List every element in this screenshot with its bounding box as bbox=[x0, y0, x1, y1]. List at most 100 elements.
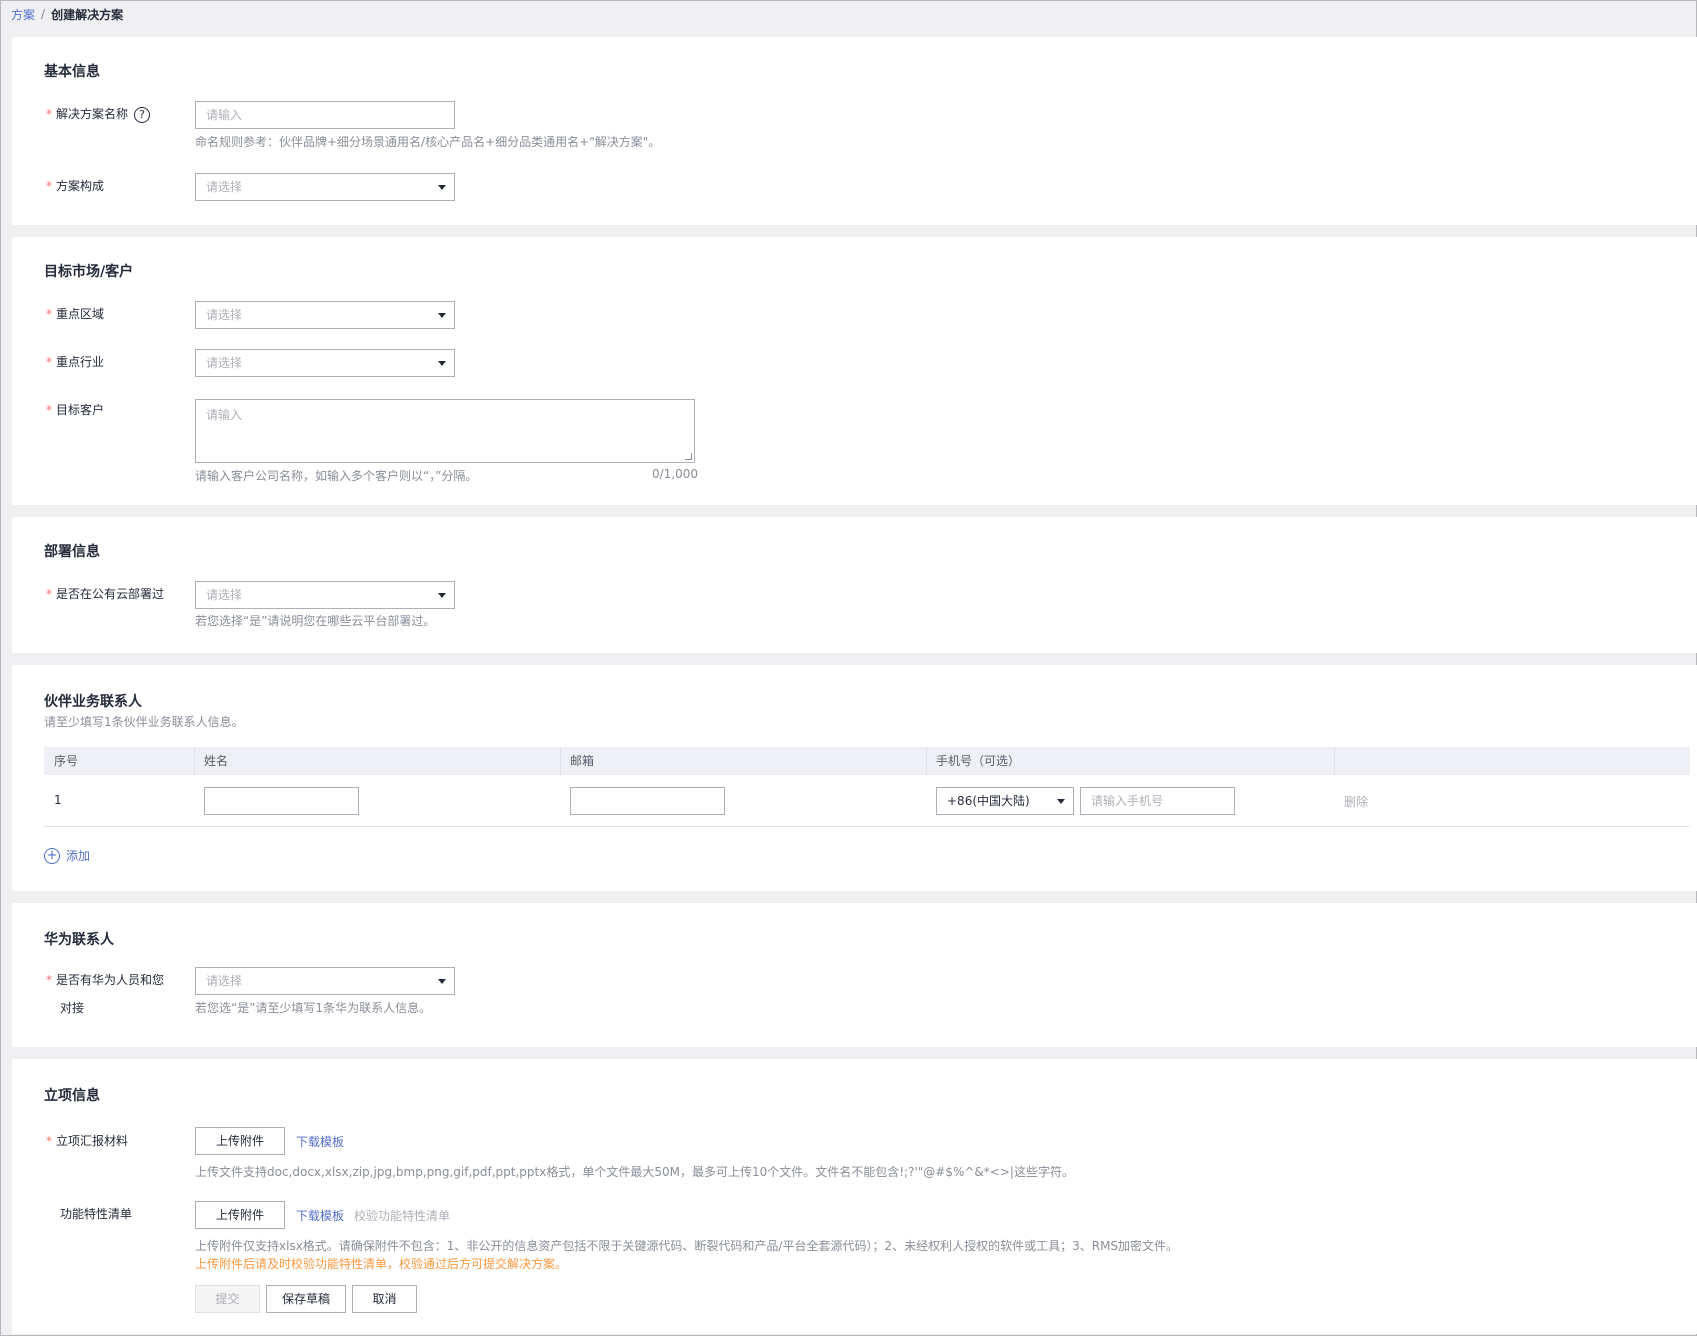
chevron-down-icon bbox=[438, 361, 446, 366]
contact-email-input[interactable] bbox=[570, 787, 725, 815]
country-code-value: +86(中国大陆) bbox=[947, 794, 1030, 808]
industry-select[interactable]: 请选择 bbox=[195, 349, 455, 377]
column-divider bbox=[1334, 747, 1335, 775]
feature-download-template-link[interactable]: 下载模板 bbox=[296, 1207, 344, 1224]
region-select[interactable]: 请选择 bbox=[195, 301, 455, 329]
partner-contact-card: 伙伴业务联系人 请至少填写1条伙伴业务联系人信息。 序号 姓名 邮箱 手机号（可… bbox=[12, 665, 1697, 891]
customer-hint: 请输入客户公司名称，如输入多个客户则以“，”分隔。 bbox=[195, 469, 478, 483]
composition-placeholder: 请选择 bbox=[206, 180, 243, 194]
huawei-contact-title: 华为联系人 bbox=[44, 932, 114, 948]
target-market-title: 目标市场/客户 bbox=[44, 264, 134, 280]
add-contact-label: 添加 bbox=[66, 849, 91, 863]
huawei-contact-label-line1: 是否有华为人员和您 bbox=[56, 973, 165, 987]
basic-info-card: 基本信息 * 解决方案名称? 请输入 命名规则参考：伙伴品牌+细分场景通用名/核心… bbox=[12, 37, 1697, 225]
solution-name-hint: 命名规则参考：伙伴品牌+细分场景通用名/核心产品名+细分品类通用名+"解决方案"… bbox=[195, 135, 661, 149]
huawei-contact-select[interactable]: 请选择 bbox=[195, 967, 455, 995]
column-header-name: 姓名 bbox=[204, 754, 229, 768]
public-cloud-label-text: 是否在公有云部署过 bbox=[56, 587, 165, 601]
column-header-index: 序号 bbox=[54, 754, 79, 768]
required-mark: * bbox=[46, 355, 52, 369]
required-mark: * bbox=[46, 179, 52, 193]
huawei-contact-hint: 若您选“是”请至少填写1条华为联系人信息。 bbox=[195, 1001, 432, 1015]
breadcrumb-current: 创建解决方案 bbox=[51, 7, 124, 22]
required-mark: * bbox=[46, 307, 52, 321]
chevron-down-icon bbox=[438, 593, 446, 598]
breadcrumb: 方案 / 创建解决方案 bbox=[11, 6, 123, 22]
feature-list-label-text: 功能特性清单 bbox=[60, 1207, 133, 1221]
upload-report-button[interactable]: 上传附件 bbox=[195, 1127, 285, 1155]
required-mark: * bbox=[46, 403, 52, 417]
column-divider bbox=[194, 747, 195, 775]
project-info-title: 立项信息 bbox=[44, 1088, 100, 1104]
save-draft-button[interactable]: 保存草稿 bbox=[266, 1285, 346, 1313]
huawei-contact-card: 华为联系人 * 是否有华为人员和您 对接 请选择 若您选“是”请至少填写1条华为联… bbox=[12, 903, 1697, 1047]
public-cloud-placeholder: 请选择 bbox=[206, 588, 243, 602]
industry-label-text: 重点行业 bbox=[56, 355, 105, 369]
chevron-down-icon bbox=[438, 185, 446, 190]
submit-button[interactable]: 提交 bbox=[195, 1285, 260, 1313]
phone-input[interactable]: 请输入手机号 bbox=[1080, 787, 1235, 815]
deployment-title: 部署信息 bbox=[44, 544, 100, 560]
required-mark: * bbox=[46, 973, 52, 987]
industry-label: * 重点行业 bbox=[46, 348, 104, 376]
project-info-card: 立项信息 * 立项汇报材料 上传附件 下载模板 上传文件支持doc,docx,xl… bbox=[12, 1059, 1697, 1334]
column-header-email: 邮箱 bbox=[570, 754, 595, 768]
target-market-card: 目标市场/客户 * 重点区域 请选择 * 重点行业 请选择 * 目标客户 请输入 请输… bbox=[12, 237, 1697, 505]
customer-textarea[interactable]: 请输入 bbox=[195, 399, 695, 463]
column-divider bbox=[560, 747, 561, 775]
required-mark: * bbox=[46, 587, 52, 601]
customer-char-counter: 0/1,000 bbox=[652, 467, 699, 481]
resize-handle-icon[interactable] bbox=[685, 453, 692, 460]
huawei-contact-label-line2: 对接 bbox=[60, 1001, 85, 1015]
table-row: 1 +86(中国大陆) 请输入手机号 删除 bbox=[44, 775, 1690, 827]
basic-info-title: 基本信息 bbox=[44, 64, 100, 80]
row-index: 1 bbox=[54, 793, 62, 807]
composition-label: * 方案构成 bbox=[46, 172, 104, 200]
chevron-down-icon bbox=[1057, 799, 1065, 804]
partner-contact-title: 伙伴业务联系人 bbox=[44, 694, 142, 710]
required-mark: * bbox=[46, 107, 52, 121]
upload-feature-button[interactable]: 上传附件 bbox=[195, 1201, 285, 1229]
partner-contact-subtitle: 请至少填写1条伙伴业务联系人信息。 bbox=[44, 715, 244, 729]
delete-row-link[interactable]: 删除 bbox=[1344, 793, 1368, 810]
customer-placeholder: 请输入 bbox=[206, 408, 243, 422]
contact-table-header: 序号 姓名 邮箱 手机号（可选） bbox=[44, 747, 1690, 775]
region-label-text: 重点区域 bbox=[56, 307, 105, 321]
huawei-contact-placeholder: 请选择 bbox=[206, 974, 243, 988]
customer-label-text: 目标客户 bbox=[56, 403, 105, 417]
cancel-button[interactable]: 取消 bbox=[352, 1285, 417, 1313]
solution-name-label: * 解决方案名称? bbox=[46, 100, 151, 128]
solution-name-input[interactable]: 请输入 bbox=[195, 101, 455, 129]
solution-name-label-text: 解决方案名称 bbox=[56, 107, 129, 121]
add-contact-button[interactable]: + 添加 bbox=[44, 847, 90, 864]
verify-feature-link[interactable]: 校验功能特性清单 bbox=[354, 1207, 450, 1224]
huawei-contact-label: * 是否有华为人员和您 bbox=[46, 966, 164, 994]
download-template-link[interactable]: 下载模板 bbox=[296, 1133, 344, 1150]
deployment-card: 部署信息 * 是否在公有云部署过 请选择 若您选择“是”请说明您在哪些云平台部署过… bbox=[12, 517, 1697, 653]
chevron-down-icon bbox=[438, 313, 446, 318]
required-mark: * bbox=[46, 1134, 52, 1148]
contact-name-input[interactable] bbox=[204, 787, 359, 815]
public-cloud-select[interactable]: 请选择 bbox=[195, 581, 455, 609]
plus-circle-icon: + bbox=[44, 847, 60, 864]
column-divider bbox=[926, 747, 927, 775]
column-header-phone: 手机号（可选） bbox=[936, 754, 1021, 768]
page-frame: 方案 / 创建解决方案 基本信息 * 解决方案名称? 请输入 命名规则参考：伙伴品… bbox=[0, 0, 1697, 1336]
composition-label-text: 方案构成 bbox=[56, 179, 105, 193]
country-code-select[interactable]: +86(中国大陆) bbox=[936, 787, 1074, 815]
report-material-label: * 立项汇报材料 bbox=[46, 1127, 128, 1155]
industry-placeholder: 请选择 bbox=[206, 356, 243, 370]
report-upload-hint: 上传文件支持doc,docx,xlsx,zip,jpg,bmp,png,gif,… bbox=[195, 1165, 1074, 1179]
public-cloud-label: * 是否在公有云部署过 bbox=[46, 580, 164, 608]
chevron-down-icon bbox=[438, 979, 446, 984]
report-material-label-text: 立项汇报材料 bbox=[56, 1134, 129, 1148]
customer-label: * 目标客户 bbox=[46, 396, 104, 424]
feature-list-label: 功能特性清单 bbox=[60, 1200, 132, 1228]
feature-upload-hint: 上传附件仅支持xlsx格式。请确保附件不包含：1、非公开的信息资产包括不限于关键… bbox=[195, 1239, 1179, 1253]
public-cloud-hint: 若您选择“是”请说明您在哪些云平台部署过。 bbox=[195, 614, 436, 628]
help-icon[interactable]: ? bbox=[134, 106, 151, 123]
breadcrumb-parent-link[interactable]: 方案 bbox=[11, 6, 35, 23]
composition-select[interactable]: 请选择 bbox=[195, 173, 455, 201]
huawei-contact-label-cont: 对接 bbox=[60, 994, 84, 1022]
breadcrumb-separator: / bbox=[41, 7, 46, 21]
